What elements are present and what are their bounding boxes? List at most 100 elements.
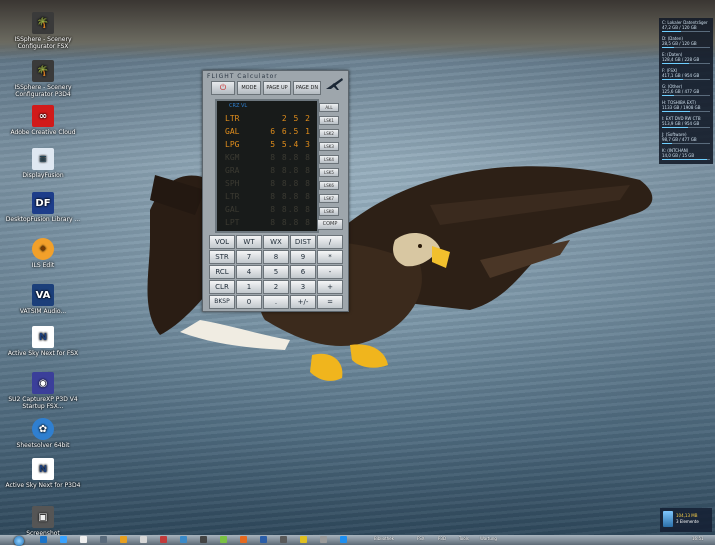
drive-usage-bar (662, 159, 710, 160)
vol-key[interactable]: VOL (209, 235, 235, 249)
display-row: LPT 8 8.8 8 (221, 217, 315, 229)
lsk-all-button[interactable]: ALL (319, 103, 339, 112)
taskbar-app-icon[interactable] (40, 536, 47, 543)
rcl-key[interactable]: RCL (209, 265, 235, 279)
lsk8-button[interactable]: LSK8 (319, 207, 339, 216)
lsk2-button[interactable]: LSK2 (319, 129, 339, 138)
row-value: 8 8.8 8 (270, 166, 311, 175)
taskbar-app-icon[interactable] (180, 536, 187, 543)
trash-icon (663, 511, 673, 527)
desktop-icon-adobe-cc[interactable]: ∞ Adobe Creative Cloud (3, 105, 83, 136)
desktop-icon-desktopfusion[interactable]: DF DesktopFusion Library ... (3, 192, 83, 223)
clr-key[interactable]: CLR (209, 280, 235, 294)
taskbar-app-icon[interactable] (100, 536, 107, 543)
lsk5-button[interactable]: LSK5 (319, 168, 339, 177)
comp-button[interactable]: COMP (317, 219, 343, 230)
desktop-icon-displayfusion[interactable]: ≡ DisplayFusion (3, 148, 83, 179)
desktop-icon-screenshot[interactable]: ▣ Screenshot (3, 506, 83, 537)
digit-4-key[interactable]: 4 (236, 265, 262, 279)
drive-monitor-gadget[interactable]: C: Lokaler Datenträger 47,2 GB / 120 GB D… (659, 18, 713, 164)
taskbar-app-icon[interactable] (60, 536, 67, 543)
toolbar-wartung[interactable]: Wartung (480, 536, 497, 541)
bksp-key[interactable]: BKSP (209, 295, 235, 309)
divide-key[interactable]: / (317, 235, 343, 249)
taskbar-app-icon[interactable] (320, 536, 327, 543)
clock-time[interactable]: 16:51 (692, 536, 704, 541)
dist-key[interactable]: DIST (290, 235, 316, 249)
taskbar-app-icon[interactable] (140, 536, 147, 543)
str-key[interactable]: STR (209, 250, 235, 264)
taskbar-app-icon[interactable] (220, 536, 227, 543)
desktop-icon-label: Active Sky Next for P3D4 (5, 482, 81, 489)
digit-0-key[interactable]: 0 (236, 295, 262, 309)
equals-key[interactable]: = (317, 295, 343, 309)
desktop-icon-activesky-p3d[interactable]: N Active Sky Next for P3D4 (3, 458, 83, 489)
recycle-bin-gadget[interactable]: 104,13 MB 3 Elemente (660, 508, 712, 532)
row-label: KGM (225, 153, 240, 162)
digit-6-key[interactable]: 6 (290, 265, 316, 279)
taskbar-app-icon[interactable] (280, 536, 287, 543)
minus-key[interactable]: - (317, 265, 343, 279)
plus-minus-key[interactable]: +/- (290, 295, 316, 309)
desktop-icon-scenery-config-fsx[interactable]: 🌴 ISSphere - Scenery Configurator FSX (3, 12, 83, 50)
desktop-icon-label: ISSphere - Scenery Configurator FSX (14, 36, 72, 50)
wx-key[interactable]: WX (263, 235, 289, 249)
wt-key[interactable]: WT (236, 235, 262, 249)
row-value: 8 8.8 8 (270, 205, 311, 214)
row-value: 8 8.8 8 (270, 218, 311, 227)
drive-usage-bar (662, 63, 710, 64)
calculator-title: FLIGHT Calculator (207, 73, 278, 80)
taskbar-app-icon[interactable] (160, 536, 167, 543)
toolbar-tools[interactable]: Tools (459, 536, 469, 541)
digit-9-key[interactable]: 9 (290, 250, 316, 264)
flight-calculator-window[interactable]: FLIGHT Calculator ⏻ MODE PAGE UP PAGE DN… (202, 70, 349, 312)
page-up-button[interactable]: PAGE UP (263, 81, 291, 95)
page-dn-button[interactable]: PAGE DN (293, 81, 321, 95)
desktop-icon-ils-edit[interactable]: ✦ ILS Edit (3, 238, 83, 269)
plus-key[interactable]: + (317, 280, 343, 294)
taskbar-app-icon[interactable] (340, 536, 347, 543)
desktop-icon-sheetsolver[interactable]: ✿ Sheetsolver 64bit (3, 418, 83, 449)
drive-entry: E: (Daten) 128,4 GB / 228 GB (662, 52, 710, 64)
mode-button[interactable]: MODE (237, 81, 261, 95)
toolbar-bibliothek[interactable]: Bibliothek (374, 536, 394, 541)
drive-entry: D: (Daten) 28,5 GB / 120 GB (662, 36, 710, 48)
taskbar-app-icon[interactable] (240, 536, 247, 543)
row-label: LTR (225, 114, 240, 123)
toolbar-p3d[interactable]: P3D (438, 536, 446, 541)
taskbar-app-icon[interactable] (120, 536, 127, 543)
taskbar-app-icon[interactable] (200, 536, 207, 543)
power-button[interactable]: ⏻ (211, 81, 235, 95)
desktop-icon-vatsim[interactable]: VA VATSIM Audio... (3, 284, 83, 315)
drive-entry: C: Lokaler Datenträger 47,2 GB / 120 GB (662, 20, 710, 32)
drive-info: 1133 GB / 1908 GB (662, 105, 701, 110)
multiply-key[interactable]: * (317, 250, 343, 264)
digit-5-key[interactable]: 5 (263, 265, 289, 279)
airplane-logo-icon (326, 78, 343, 90)
drive-info: 125,6 GB / 477 GB (662, 89, 700, 94)
lsk1-button[interactable]: LSK1 (319, 116, 339, 125)
decimal-key[interactable]: . (263, 295, 289, 309)
digit-2-key[interactable]: 2 (263, 280, 289, 294)
desktop-icon-su2-capture[interactable]: ◉ SU2 CaptureXP P3D V4 Startup FSX... (3, 372, 83, 410)
taskbar-app-icon[interactable] (80, 536, 87, 543)
lsk6-button[interactable]: LSK6 (319, 181, 339, 190)
toolbar-fsx[interactable]: FSX (417, 536, 425, 541)
lsk4-button[interactable]: LSK4 (319, 155, 339, 164)
taskbar (0, 535, 715, 545)
digit-1-key[interactable]: 1 (236, 280, 262, 294)
drive-info: 14,0 GB / 15 GB (662, 153, 695, 158)
taskbar-app-icon[interactable] (260, 536, 267, 543)
drive-entry: I: EXT DVD RW CTB 513,9 GB / 954 GB (662, 116, 710, 128)
digit-7-key[interactable]: 7 (236, 250, 262, 264)
desktop-icon-scenery-config-p3d[interactable]: 🌴 ISSphere - Scenery Configurator P3D4 (3, 60, 83, 98)
lsk7-button[interactable]: LSK7 (319, 194, 339, 203)
drive-usage-bar (662, 47, 710, 48)
digit-8-key[interactable]: 8 (263, 250, 289, 264)
row-value: 5 5.4 3 (270, 140, 311, 149)
display-row: LPG 5 5.4 3 (221, 139, 315, 151)
digit-3-key[interactable]: 3 (290, 280, 316, 294)
lsk3-button[interactable]: LSK3 (319, 142, 339, 151)
desktop-icon-activesky-fsx[interactable]: N Active Sky Next for FSX (3, 326, 83, 357)
taskbar-app-icon[interactable] (300, 536, 307, 543)
